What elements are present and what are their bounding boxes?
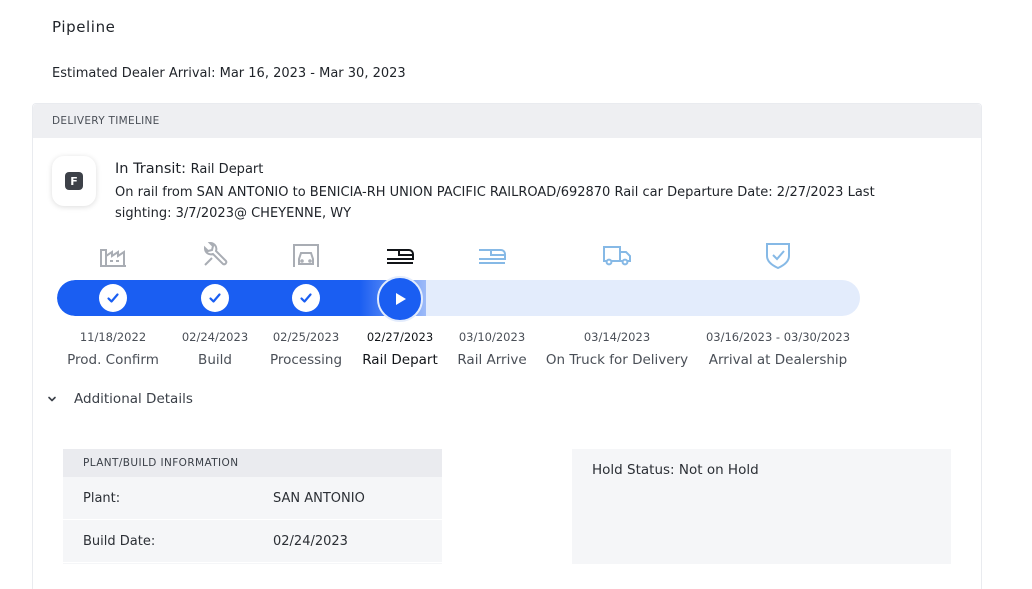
additional-details-toggle[interactable]: Additional Details: [46, 391, 193, 407]
truck-icon: [603, 246, 631, 266]
status-icon: F: [52, 156, 96, 206]
build-date-row: Build Date: 02/24/2023: [63, 520, 442, 563]
car-bay-icon: [293, 244, 319, 267]
card-header: DELIVERY TIMELINE: [33, 104, 981, 138]
stage-icon-processing: [291, 240, 321, 270]
stage-label-prod-confirm: Prod. Confirm: [67, 352, 159, 368]
train-icon: [479, 249, 506, 264]
stage-label-arrival: Arrival at Dealership: [708, 352, 848, 368]
stage-date-rail-depart: 02/27/2023: [366, 330, 434, 344]
page-title: Pipeline: [52, 18, 116, 36]
plant-build-panel: PLANT/BUILD INFORMATION Plant: SAN ANTON…: [63, 449, 442, 564]
status-description: On rail from SAN ANTONIO to BENICIA-RH U…: [115, 185, 875, 221]
estimated-arrival: Estimated Dealer Arrival: Mar 16, 2023 -…: [52, 66, 406, 81]
train-icon: [387, 249, 414, 264]
play-icon: [396, 293, 406, 305]
wrench-icon: [204, 242, 228, 266]
stage-date-rail-arrive: 03/10/2023: [458, 330, 526, 344]
hold-status-panel: Hold Status: Not on Hold: [572, 449, 951, 564]
additional-details-label: Additional Details: [74, 391, 193, 407]
stage-icon-on-truck: [602, 240, 632, 270]
factory-icon: [100, 249, 126, 267]
stage-icon-build: [200, 240, 230, 270]
stage-icon-prod-confirm: [98, 240, 128, 270]
stage-label-build: Build: [198, 352, 232, 368]
plant-key: Plant:: [83, 490, 121, 506]
stage-node-build: [201, 284, 229, 312]
stage-label-on-truck: On Truck for Delivery: [545, 352, 689, 368]
stage-icon-rail-arrive: [477, 240, 507, 270]
stage-date-processing: 02/25/2023: [272, 330, 340, 344]
stage-label-processing: Processing: [269, 352, 343, 368]
check-icon: [209, 293, 221, 303]
build-date-key: Build Date:: [83, 533, 156, 549]
progress-track: [57, 280, 860, 316]
stage-node-rail-depart: [377, 276, 423, 322]
check-icon: [300, 293, 312, 303]
f-badge-icon: F: [65, 172, 83, 190]
status-subtitle: Rail Depart: [190, 162, 264, 177]
stage-icon-arrival: [763, 240, 793, 270]
check-icon: [107, 293, 119, 303]
stage-icon-rail-depart: [385, 240, 415, 270]
stage-date-prod-confirm: 11/18/2022: [79, 330, 147, 344]
plant-build-header: PLANT/BUILD INFORMATION: [63, 449, 442, 477]
stage-node-processing: [292, 284, 320, 312]
stage-node-prod-confirm: [99, 284, 127, 312]
status-title-text: In Transit:: [115, 161, 186, 177]
shield-check-icon: [766, 243, 790, 269]
stage-date-on-truck: 03/14/2023: [583, 330, 651, 344]
plant-row: Plant: SAN ANTONIO: [63, 477, 442, 520]
chevron-down-icon: [48, 396, 56, 402]
hold-status-text: Hold Status: Not on Hold: [592, 462, 759, 478]
stage-date-arrival: 03/16/2023 - 03/30/2023: [705, 330, 851, 344]
build-date-value: 02/24/2023: [273, 533, 348, 549]
plant-value: SAN ANTONIO: [273, 490, 365, 506]
stage-date-build: 02/24/2023: [181, 330, 249, 344]
stage-label-rail-depart: Rail Depart: [362, 352, 438, 368]
stage-label-rail-arrive: Rail Arrive: [457, 352, 527, 368]
status-title: In Transit: Rail Depart: [115, 161, 263, 177]
